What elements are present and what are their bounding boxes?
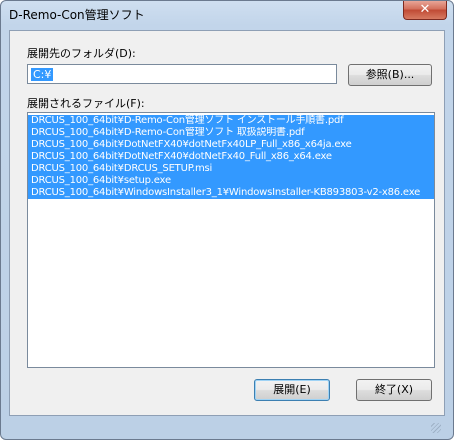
- close-icon: ✕: [419, 2, 431, 17]
- window-title: D-Remo-Con管理ソフト: [9, 8, 145, 22]
- list-item[interactable]: DRCUS_100_64bit¥D-Remo-Con管理ソフト 取扱説明書.pd…: [28, 127, 434, 139]
- extract-button[interactable]: 展開(E): [254, 379, 330, 401]
- status-strip: [9, 415, 443, 435]
- dialog-window: D-Remo-Con管理ソフト ✕ 展開先のフォルダ(D): C:¥ 参照(B)…: [0, 0, 454, 440]
- list-item[interactable]: DRCUS_100_64bit¥DotNetFX40¥dotNetFx40_Fu…: [28, 151, 434, 163]
- file-list[interactable]: DRCUS_100_64bit¥D-Remo-Con管理ソフト インストール手順…: [27, 112, 435, 368]
- list-item[interactable]: DRCUS_100_64bit¥setup.exe: [28, 175, 434, 187]
- folder-label: 展開先のフォルダ(D):: [27, 47, 136, 60]
- title-bar[interactable]: D-Remo-Con管理ソフト ✕: [1, 1, 453, 27]
- dialog-body: 展開先のフォルダ(D): C:¥ 参照(B)... 展開されるファイル(F): …: [9, 30, 445, 416]
- resize-grip-icon[interactable]: [431, 423, 441, 433]
- list-item[interactable]: DRCUS_100_64bit¥WindowsInstaller3_1¥Wind…: [28, 187, 434, 199]
- list-item[interactable]: DRCUS_100_64bit¥DRCUS_SETUP.msi: [28, 163, 434, 175]
- folder-path-value: C:¥: [31, 68, 54, 81]
- files-label: 展開されるファイル(F):: [27, 97, 145, 110]
- list-item[interactable]: DRCUS_100_64bit¥DotNetFX40¥dotNetFx40LP_…: [28, 139, 434, 151]
- folder-path-input[interactable]: C:¥: [27, 64, 337, 84]
- list-item[interactable]: DRCUS_100_64bit¥D-Remo-Con管理ソフト インストール手順…: [28, 115, 434, 127]
- browse-button[interactable]: 参照(B)...: [348, 64, 432, 86]
- exit-button[interactable]: 終了(X): [356, 379, 432, 401]
- close-button[interactable]: ✕: [403, 1, 447, 20]
